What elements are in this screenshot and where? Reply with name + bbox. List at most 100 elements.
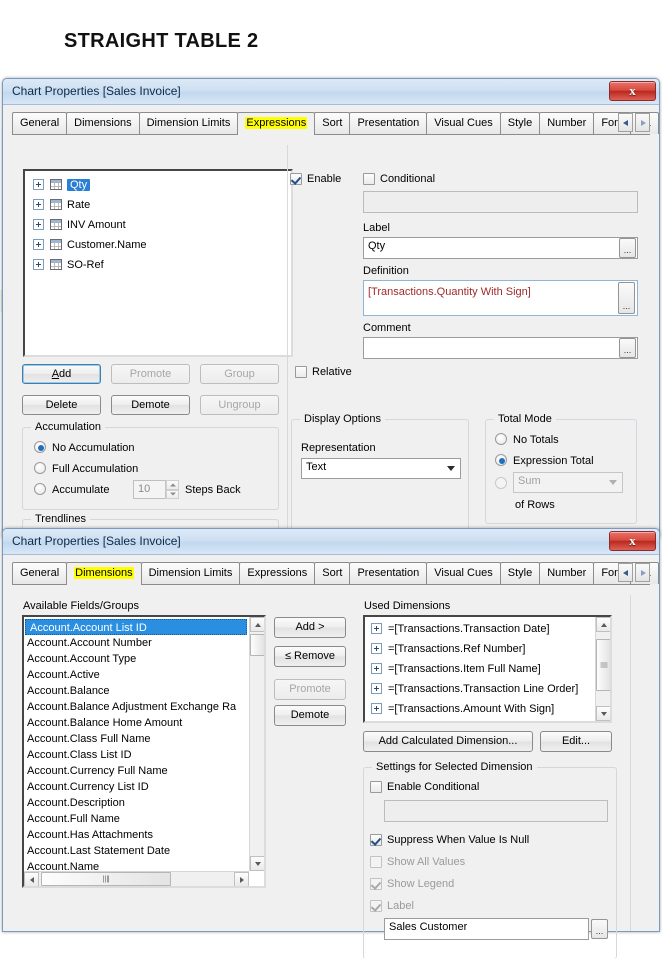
expand-plus-icon[interactable] — [33, 199, 44, 210]
checkbox-relative[interactable] — [295, 366, 307, 378]
dimension-conditional-input[interactable] — [384, 800, 608, 822]
chart-properties-dialog-dimensions[interactable]: Chart Properties [Sales Invoice] x Gener… — [2, 528, 660, 959]
list-item[interactable]: Account.Account Number — [27, 635, 152, 651]
radio-expression-total[interactable] — [495, 454, 507, 466]
tab-expressions[interactable]: Expressions — [237, 112, 316, 135]
radio-no-accumulation[interactable] — [34, 441, 46, 453]
checkbox-conditional[interactable] — [363, 173, 375, 185]
titlebar-bottom[interactable]: Chart Properties [Sales Invoice] x — [3, 529, 659, 555]
scroll-right-icon[interactable] — [234, 872, 249, 886]
list-item[interactable]: Account.Has Attachments — [27, 827, 153, 843]
checkbox-enable[interactable] — [290, 173, 302, 185]
chevron-down-icon[interactable] — [443, 460, 459, 477]
used-dimensions-vscrollbar[interactable] — [595, 617, 610, 721]
used-dimensions-list[interactable]: =[Transactions.Transaction Date] =[Trans… — [363, 615, 612, 723]
scroll-up-icon[interactable] — [250, 617, 264, 632]
add-expression-button[interactable]: AAdddd — [22, 364, 101, 384]
tab-style-b[interactable]: Style — [499, 562, 541, 584]
used-dimension-row[interactable]: =[Transactions.Item Full Name] — [371, 660, 541, 677]
tab-number-b[interactable]: Number — [539, 562, 595, 584]
tab-presentation[interactable]: Presentation — [349, 112, 428, 134]
definition-input[interactable]: [Transactions.Quantity With Sign] — [363, 280, 638, 316]
tab-dimensions-b[interactable]: Dimensions — [66, 562, 142, 585]
edit-dimension-button[interactable]: Edit... — [540, 731, 612, 752]
expand-plus-icon[interactable] — [33, 219, 44, 230]
checkbox-enable-conditional[interactable] — [370, 781, 382, 793]
radio-no-totals[interactable] — [495, 433, 507, 445]
list-item[interactable]: Account.Currency Full Name — [27, 763, 168, 779]
list-item[interactable]: Account.Class Full Name — [27, 731, 151, 747]
chart-properties-dialog-expressions[interactable]: Chart Properties [Sales Invoice] x Gener… — [2, 78, 660, 571]
tab-dimension-limits[interactable]: Dimension Limits — [138, 112, 239, 134]
tab-number[interactable]: Number — [539, 112, 595, 134]
tab-scroll-buttons-bottom[interactable] — [618, 563, 650, 582]
expression-row[interactable]: Rate — [33, 196, 90, 213]
scroll-left-icon[interactable] — [24, 872, 39, 886]
list-item[interactable]: Account.Full Name — [27, 811, 120, 827]
add-calculated-dimension-button[interactable]: Add Calculated Dimension... — [363, 731, 533, 752]
list-item[interactable]: Account.Account Type — [27, 651, 136, 667]
scroll-thumb[interactable] — [250, 634, 264, 656]
expand-plus-icon[interactable] — [33, 239, 44, 250]
comment-ellipsis-button[interactable]: ... — [619, 338, 636, 358]
expand-plus-icon[interactable] — [371, 663, 382, 674]
comment-input[interactable] — [363, 337, 638, 359]
expand-plus-icon[interactable] — [33, 179, 44, 190]
definition-ellipsis-button[interactable]: ... — [618, 282, 635, 314]
expression-row[interactable]: INV Amount — [33, 216, 126, 233]
dimension-label-input[interactable]: Sales Customer — [384, 918, 589, 940]
scroll-down-icon[interactable] — [596, 706, 610, 721]
used-dimension-row[interactable]: =[Transactions.Transaction Date] — [371, 620, 550, 637]
spinner-down-icon[interactable] — [166, 489, 179, 499]
tab-scroll-left-icon[interactable] — [618, 563, 633, 582]
representation-combo[interactable]: Text — [301, 458, 461, 479]
list-item[interactable]: Account.Account List ID — [25, 619, 247, 635]
list-item[interactable]: Account.Description — [27, 795, 125, 811]
used-dimension-row[interactable]: =[Transactions.Amount With Sign] — [371, 700, 554, 717]
scroll-thumb[interactable] — [596, 639, 610, 691]
scroll-down-icon[interactable] — [250, 856, 264, 871]
tab-visual-cues-b[interactable]: Visual Cues — [426, 562, 501, 584]
scroll-thumb-horizontal[interactable] — [41, 872, 171, 886]
expand-plus-icon[interactable] — [371, 643, 382, 654]
list-item[interactable]: Account.Currency List ID — [27, 779, 149, 795]
tab-expressions-b[interactable]: Expressions — [239, 562, 316, 584]
tab-scroll-right-icon[interactable] — [635, 563, 650, 582]
list-item[interactable]: Account.Last Statement Date — [27, 843, 170, 859]
list-item[interactable]: Account.Active — [27, 667, 100, 683]
label-input[interactable]: Qty — [363, 237, 638, 259]
tab-general-b[interactable]: General — [12, 562, 68, 584]
demote-expression-button[interactable]: Demote — [111, 395, 190, 415]
tab-dimension-limits-b[interactable]: Dimension Limits — [140, 562, 241, 584]
tab-sort-b[interactable]: Sort — [314, 562, 351, 584]
tab-presentation-b[interactable]: Presentation — [349, 562, 428, 584]
dimension-label-ellipsis-button[interactable]: ... — [591, 919, 608, 939]
used-dimension-row[interactable]: =[Transactions.Transaction Line Order] — [371, 680, 578, 697]
steps-back-spinner[interactable] — [165, 480, 179, 499]
demote-dimension-button[interactable]: Demote — [274, 705, 346, 726]
delete-expression-button[interactable]: Delete — [22, 395, 101, 415]
expand-plus-icon[interactable] — [371, 683, 382, 694]
tab-scroll-buttons-top[interactable] — [618, 113, 650, 132]
available-fields-vscrollbar[interactable] — [249, 617, 264, 871]
titlebar-top[interactable]: Chart Properties [Sales Invoice] x — [3, 79, 659, 105]
remove-dimension-button[interactable]: ≤ Remove — [274, 646, 346, 667]
available-fields-hscrollbar[interactable] — [24, 871, 249, 886]
add-dimension-button[interactable]: Add > — [274, 617, 346, 638]
expression-row[interactable]: SO-Ref — [33, 256, 104, 273]
expressions-tree[interactable]: Qty Rate INV Amount Customer.Name SO-Ref — [23, 169, 293, 357]
tab-dimensions[interactable]: Dimensions — [66, 112, 140, 134]
expression-row[interactable]: Qty — [33, 176, 91, 193]
tab-scroll-left-icon[interactable] — [618, 113, 633, 132]
list-item[interactable]: Account.Class List ID — [27, 747, 132, 763]
radio-full-accumulation[interactable] — [34, 462, 46, 474]
expand-plus-icon[interactable] — [371, 703, 382, 714]
checkbox-suppress-when-null[interactable] — [370, 834, 382, 846]
tab-sort[interactable]: Sort — [314, 112, 351, 134]
list-item[interactable]: Account.Balance — [27, 683, 110, 699]
list-item[interactable]: Account.Balance Home Amount — [27, 715, 182, 731]
expand-plus-icon[interactable] — [33, 259, 44, 270]
available-fields-list[interactable]: Account.Account List ID Account.Account … — [22, 615, 266, 888]
conditional-input[interactable] — [363, 191, 638, 213]
tab-general[interactable]: General — [12, 112, 68, 134]
